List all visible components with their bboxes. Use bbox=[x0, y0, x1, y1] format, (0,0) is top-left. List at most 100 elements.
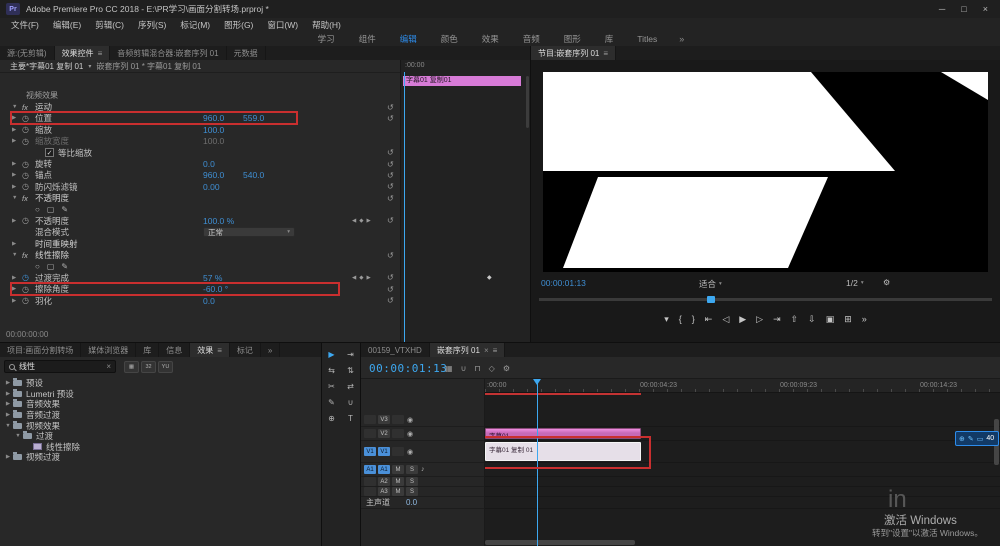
workspace-tab-2[interactable]: 编辑 bbox=[388, 33, 429, 45]
clip-V1[interactable]: 字幕01 复制 01 bbox=[485, 442, 641, 461]
step-back-button[interactable]: ◁ bbox=[722, 314, 729, 325]
tab-program-monitor[interactable]: 节目:嵌套序列 01 ≡ bbox=[531, 46, 617, 60]
property-value[interactable]: 57 % bbox=[203, 273, 243, 283]
workspace-tab-8[interactable]: Titles bbox=[625, 34, 669, 44]
close-button[interactable]: × bbox=[983, 4, 988, 14]
effect-name[interactable]: 线性擦除 bbox=[35, 249, 69, 261]
tab-sequence-00159-vtxhd[interactable]: 00159_VTXHD bbox=[361, 343, 430, 357]
twirl-icon[interactable]: ▶ bbox=[4, 391, 12, 397]
source-patch-A1[interactable]: A1 bbox=[364, 465, 376, 474]
add-keyframe-icon[interactable]: ◆ bbox=[359, 275, 363, 281]
extract-button[interactable]: ⇩ bbox=[808, 314, 816, 325]
clear-search-icon[interactable]: × bbox=[106, 362, 111, 371]
property-value[interactable]: 559.0 bbox=[243, 113, 283, 123]
tab-effect-controls[interactable]: 效果控件 ≡ bbox=[54, 46, 111, 60]
track-lock-V2[interactable] bbox=[392, 429, 404, 438]
tab-effects[interactable]: 效果 ≡ bbox=[190, 343, 230, 357]
workspace-tab-3[interactable]: 颜色 bbox=[429, 33, 470, 45]
track-target-A3[interactable]: A3 bbox=[378, 487, 390, 496]
tab-info[interactable]: 信息 bbox=[159, 343, 191, 357]
track-lane-A2[interactable] bbox=[485, 477, 1000, 487]
bit32-badge[interactable]: 32 bbox=[141, 361, 156, 373]
property-value[interactable]: 100.0 bbox=[203, 136, 243, 146]
property-value[interactable]: 0.0 bbox=[203, 159, 243, 169]
mic-icon[interactable]: ♪ bbox=[421, 466, 425, 473]
twirl-icon[interactable]: ▶ bbox=[4, 454, 12, 460]
add-keyframe-icon[interactable]: ◆ bbox=[359, 218, 363, 224]
track-select-forward-tool[interactable]: ⇥ bbox=[344, 348, 358, 360]
comparison-view-button[interactable]: ⊞ bbox=[844, 314, 852, 325]
twirl-icon[interactable]: ▶ bbox=[4, 380, 12, 386]
reset-icon[interactable]: ↺ bbox=[387, 103, 394, 112]
menu-item-4[interactable]: 标记(M) bbox=[173, 19, 217, 31]
stopwatch-icon[interactable]: ◷ bbox=[22, 114, 35, 123]
program-timecode[interactable]: 00:00:01:13 bbox=[541, 278, 586, 288]
track-eye-icon[interactable]: ◉ bbox=[407, 416, 413, 424]
timeline-settings-icon[interactable]: ⚙ bbox=[503, 364, 510, 373]
effect-name[interactable]: 不透明度 bbox=[35, 192, 69, 204]
workspace-tab-5[interactable]: 音频 bbox=[511, 33, 552, 45]
pen-mask-icon[interactable]: ✎ bbox=[61, 262, 68, 271]
effects-search-input[interactable]: 线性 × bbox=[4, 360, 116, 373]
reset-icon[interactable]: ↺ bbox=[387, 296, 394, 305]
reset-icon[interactable]: ↺ bbox=[387, 171, 394, 180]
step-forward-button[interactable]: ▷ bbox=[756, 314, 763, 325]
region-icon[interactable]: ▭ bbox=[977, 435, 984, 443]
pen-tool[interactable]: ✎ bbox=[325, 396, 339, 408]
twirl-icon[interactable]: ▼ bbox=[14, 433, 22, 439]
effect-name[interactable]: 时间重映射 bbox=[35, 238, 78, 250]
rolling-edit-tool[interactable]: ⇅ bbox=[344, 364, 358, 376]
panel-menu-icon[interactable]: ≡ bbox=[98, 49, 103, 58]
track-lock-V3[interactable] bbox=[392, 415, 404, 424]
insert-nest-icon[interactable]: ▦ bbox=[445, 364, 453, 373]
source-patch-V2[interactable] bbox=[364, 429, 376, 438]
property-value[interactable]: 0.00 bbox=[203, 182, 243, 192]
source-patch-A2[interactable] bbox=[364, 477, 376, 486]
twirl-icon[interactable]: ▶ bbox=[12, 298, 22, 304]
panel-menu-icon[interactable]: ≡ bbox=[493, 346, 498, 355]
accelerated-effects-badge[interactable]: ▦ bbox=[124, 361, 139, 373]
twirl-icon[interactable]: ▶ bbox=[4, 401, 12, 407]
menu-item-3[interactable]: 序列(S) bbox=[131, 19, 173, 31]
track-lane-主声道[interactable] bbox=[485, 497, 1000, 509]
track-lane-V2[interactable]: 字幕01 bbox=[485, 427, 1000, 441]
twirl-icon[interactable]: ▶ bbox=[12, 241, 22, 247]
source-patch-V3[interactable] bbox=[364, 415, 376, 424]
mark-in-button[interactable]: { bbox=[679, 314, 682, 324]
menu-item-5[interactable]: 图形(G) bbox=[217, 19, 260, 31]
property-value[interactable]: 960.0 bbox=[203, 170, 243, 180]
master-clip-path[interactable]: 主要*字幕01 复制 01 bbox=[10, 61, 83, 72]
track-target-V1[interactable]: V1 bbox=[378, 447, 390, 456]
twirl-icon[interactable]: ▶ bbox=[12, 138, 22, 144]
export-frame-button[interactable]: ▣ bbox=[826, 314, 835, 325]
twirl-icon[interactable]: ▶ bbox=[12, 127, 22, 133]
rect-mask-icon[interactable]: ▢ bbox=[47, 205, 55, 214]
stopwatch-icon[interactable]: ◷ bbox=[22, 285, 35, 294]
stopwatch-icon[interactable]: ◷ bbox=[22, 137, 35, 146]
type-tool[interactable]: T bbox=[344, 412, 358, 424]
checkbox[interactable]: ✓ bbox=[45, 148, 54, 158]
add-marker-button[interactable]: ▾ bbox=[664, 314, 669, 325]
tab-audio-clip-mixer[interactable]: 音频剪辑混合器:嵌套序列 01 bbox=[110, 46, 227, 60]
track-target-A2[interactable]: A2 bbox=[378, 477, 390, 486]
reset-icon[interactable]: ↺ bbox=[387, 285, 394, 294]
hand-tool[interactable]: ∪ bbox=[344, 396, 358, 408]
reset-icon[interactable]: ↺ bbox=[387, 273, 394, 282]
fx-badge-icon[interactable]: fx bbox=[22, 194, 35, 203]
mute-button[interactable]: M bbox=[392, 465, 404, 474]
mini-clip-bar[interactable]: 字幕01 复制01 bbox=[403, 76, 521, 86]
track-lane-V1[interactable]: 字幕01 复制 01 bbox=[485, 441, 1000, 463]
reset-icon[interactable]: ↺ bbox=[387, 216, 394, 225]
property-value[interactable]: 100.0 bbox=[203, 125, 243, 135]
solo-button[interactable]: S bbox=[406, 477, 418, 486]
twirl-icon[interactable]: ▶ bbox=[12, 115, 22, 121]
prev-keyframe-icon[interactable]: ◀ bbox=[352, 218, 356, 224]
twirl-icon[interactable]: ▼ bbox=[12, 252, 22, 258]
twirl-icon[interactable]: ▶ bbox=[4, 412, 12, 418]
track-lock-V1[interactable] bbox=[392, 447, 404, 456]
solo-button[interactable]: S bbox=[406, 487, 418, 496]
yuv-badge[interactable]: YU bbox=[158, 361, 173, 373]
property-value[interactable]: 960.0 bbox=[203, 113, 243, 123]
slip-tool[interactable]: ⇄ bbox=[344, 380, 358, 392]
track-eye-icon[interactable]: ◉ bbox=[407, 448, 413, 456]
